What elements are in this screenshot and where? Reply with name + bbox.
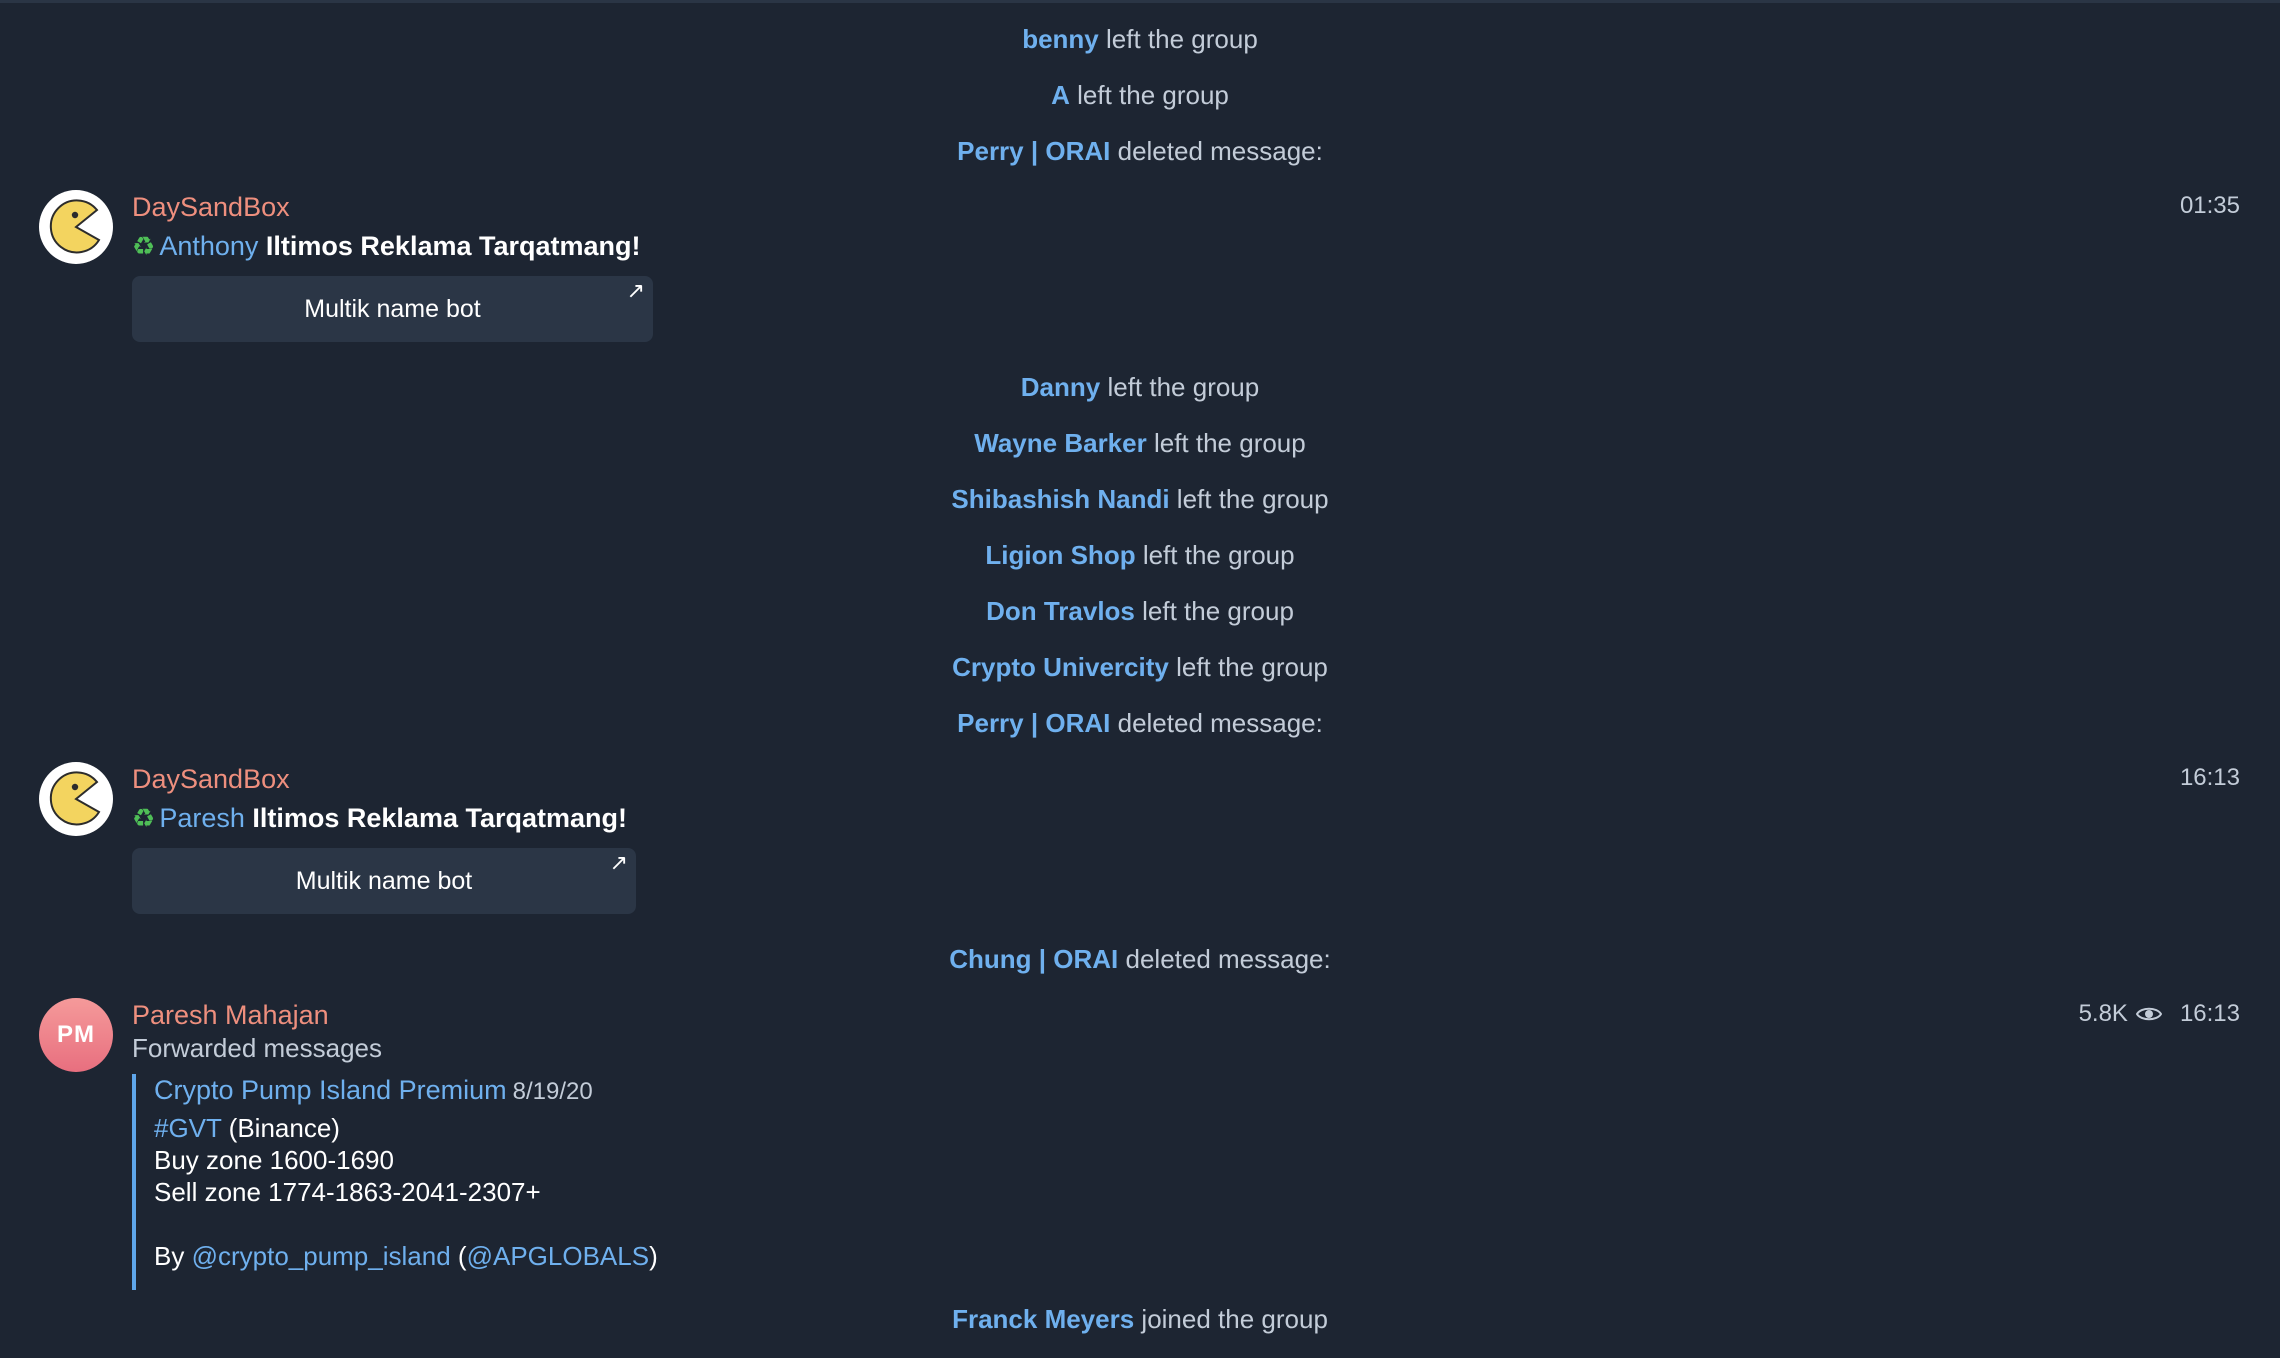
message-body: Iltimos Reklama Tarqatmang! [252, 803, 627, 833]
hashtag-link[interactable]: #GVT [154, 1113, 221, 1143]
service-message: Perry | ORAI deleted message: [0, 134, 2280, 168]
service-message: A left the group [0, 78, 2280, 112]
inline-bot-button[interactable]: Multik name bot ↗ [132, 276, 653, 342]
forward-header: Crypto Pump Island Premium 8/19/20 [154, 1074, 658, 1108]
user-link[interactable]: benny [1022, 24, 1099, 54]
service-text: joined the group [1141, 1304, 1328, 1334]
view-count: 5.8K [2078, 1000, 2128, 1027]
service-message: Don Travlos left the group [0, 594, 2280, 628]
avatar[interactable] [39, 762, 113, 836]
service-message: Perry | ORAI deleted message: [0, 706, 2280, 740]
buy-zone: Buy zone 1600-1690 [154, 1145, 394, 1175]
username-link[interactable]: @crypto_pump_island [192, 1241, 451, 1271]
recycle-icon: ♻ [132, 231, 156, 261]
service-message: Wayne Barker left the group [0, 426, 2280, 460]
paren-close: ) [649, 1241, 658, 1271]
service-text: deleted message: [1125, 944, 1331, 974]
message-time: 16:13 [2179, 1000, 2240, 1027]
pacman-icon [49, 199, 101, 254]
bot-button-label: Multik name bot [295, 866, 473, 895]
service-text: left the group [1153, 428, 1306, 458]
user-link[interactable]: Franck Meyers [952, 1304, 1134, 1334]
paren-open: ( [457, 1241, 467, 1271]
mention-link[interactable]: Paresh [159, 803, 245, 833]
username-link[interactable]: @APGLOBALS [467, 1241, 649, 1271]
user-link[interactable]: Perry | ORAI [957, 708, 1110, 738]
avatar-initials: PM [57, 1021, 95, 1048]
service-text: left the group [1077, 80, 1229, 110]
service-text: left the group [1142, 540, 1295, 570]
service-text: deleted message: [1117, 708, 1323, 738]
service-message: Chung | ORAI deleted message: [0, 942, 2280, 976]
user-link[interactable]: Crypto Univercity [952, 652, 1169, 682]
service-text: deleted message: [1117, 136, 1323, 166]
user-link[interactable]: Wayne Barker [974, 428, 1146, 458]
forward-line: #GVT (Binance) [154, 1112, 658, 1144]
mention-link[interactable]: Anthony [159, 231, 258, 261]
service-text: left the group [1106, 24, 1258, 54]
service-text: left the group [1142, 596, 1294, 626]
message-meta: 5.8K 16:13 [2079, 998, 2240, 1030]
service-message: Ligion Shop left the group [0, 538, 2280, 572]
user-link[interactable]: Perry | ORAI [957, 136, 1110, 166]
service-message: Crypto Univercity left the group [0, 650, 2280, 684]
service-message: Shibashish Nandi left the group [0, 482, 2280, 516]
service-text: left the group [1176, 484, 1329, 514]
sell-zone: Sell zone 1774-1863-2041-2307+ [154, 1177, 541, 1207]
top-divider [0, 0, 2280, 3]
message-body: Iltimos Reklama Tarqatmang! [265, 231, 641, 261]
byline: By @crypto_pump_island (@APGLOBALS) [154, 1240, 658, 1272]
channel-link[interactable]: Crypto Pump Island Premium [154, 1075, 507, 1105]
sender-name[interactable]: DaySandBox [132, 762, 290, 796]
user-link[interactable]: Ligion Shop [985, 540, 1135, 570]
forwarded-label: Forwarded messages [132, 1033, 382, 1063]
external-arrow-icon: ↗ [609, 850, 628, 875]
service-message: benny left the group [0, 22, 2280, 56]
bot-button-label: Multik name bot [304, 294, 481, 323]
user-link[interactable]: Shibashish Nandi [951, 484, 1169, 514]
forward-date: 8/19/20 [512, 1078, 593, 1105]
user-link[interactable]: Chung | ORAI [949, 944, 1118, 974]
avatar[interactable] [39, 190, 113, 264]
message-time: 01:35 [2179, 192, 2240, 219]
user-link[interactable]: Don Travlos [986, 596, 1135, 626]
message-text: ♻ Paresh Iltimos Reklama Tarqatmang! [132, 800, 627, 836]
service-message: Danny left the group [0, 370, 2280, 404]
exchange-text: (Binance) [228, 1113, 340, 1143]
message-text: ♻ Anthony Iltimos Reklama Tarqatmang! [132, 228, 641, 264]
inline-bot-button[interactable]: Multik name bot ↗ [132, 848, 636, 914]
sender-name[interactable]: Paresh Mahajan [132, 998, 329, 1032]
by-text: By [154, 1241, 185, 1271]
pacman-icon [49, 771, 101, 826]
service-message: Franck Meyers joined the group [0, 1302, 2280, 1336]
eye-icon [2135, 1007, 2162, 1021]
user-link[interactable]: A [1051, 80, 1070, 110]
user-link[interactable]: Danny [1021, 372, 1100, 402]
message-time: 16:13 [2179, 764, 2240, 791]
service-text: left the group [1107, 372, 1260, 402]
forwarded-quote: Crypto Pump Island Premium 8/19/20 #GVT (… [132, 1074, 658, 1290]
external-arrow-icon: ↗ [626, 278, 645, 303]
avatar[interactable]: PM [39, 998, 113, 1072]
service-text: left the group [1176, 652, 1328, 682]
sender-name[interactable]: DaySandBox [132, 190, 290, 224]
recycle-icon: ♻ [132, 803, 156, 833]
